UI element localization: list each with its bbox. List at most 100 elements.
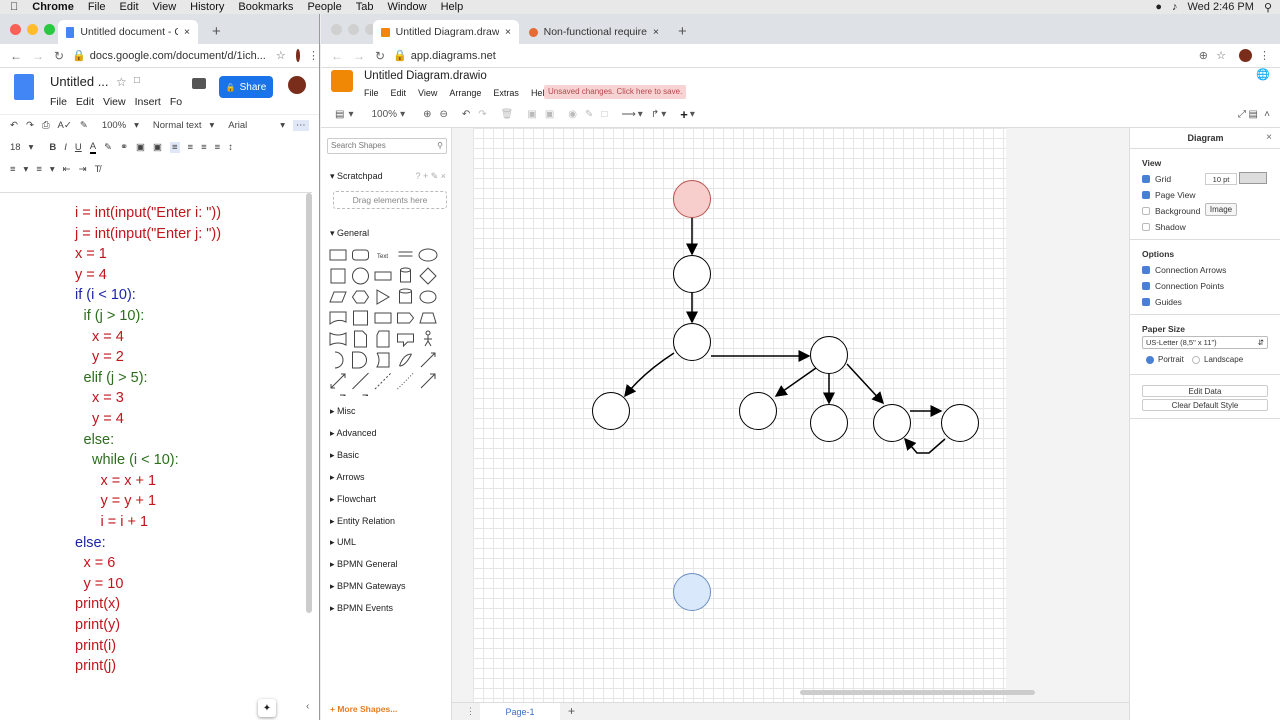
node-8[interactable] bbox=[873, 404, 911, 442]
print-icon[interactable]: ⎙ bbox=[42, 120, 50, 131]
code-line[interactable]: x = 1 bbox=[75, 246, 107, 262]
palette-shape[interactable] bbox=[329, 311, 347, 325]
code-line[interactable]: x = 3 bbox=[92, 390, 124, 406]
code-line[interactable]: y = y + 1 bbox=[101, 493, 157, 509]
palette-shape[interactable] bbox=[374, 312, 392, 324]
palette-shape[interactable] bbox=[374, 271, 392, 281]
shape-section[interactable]: ▸ BPMN Events bbox=[321, 603, 451, 614]
shadow-checkbox[interactable]: Shadow bbox=[1142, 222, 1186, 232]
insert-icon[interactable]: + bbox=[680, 107, 688, 122]
collapse-icon[interactable]: ˄ bbox=[1264, 109, 1270, 120]
menubar-item-help[interactable]: Help bbox=[441, 1, 464, 13]
undo-icon[interactable]: ↶ bbox=[10, 120, 18, 131]
node-5[interactable] bbox=[810, 336, 848, 374]
docs-menu-insert[interactable]: Insert bbox=[135, 96, 161, 108]
bookmark-star-icon[interactable]: ☆ bbox=[276, 49, 286, 62]
font-select[interactable]: Arial bbox=[228, 120, 272, 131]
connection-arrows-checkbox[interactable]: Connection Arrows bbox=[1142, 265, 1226, 275]
bookmark-star-icon[interactable]: ☆ bbox=[1216, 49, 1226, 62]
search-shapes-input[interactable]: Search Shapes ⚲ bbox=[327, 138, 447, 154]
node-start[interactable] bbox=[673, 180, 711, 218]
align-center-icon[interactable]: ≡ bbox=[188, 142, 194, 153]
portrait-radio[interactable]: Portrait bbox=[1146, 355, 1184, 364]
new-tab-button[interactable]: + bbox=[212, 23, 221, 40]
diagram-page[interactable] bbox=[473, 128, 1006, 702]
profile-avatar[interactable] bbox=[1239, 49, 1252, 62]
numbered-list-icon[interactable]: ≡ bbox=[10, 164, 16, 175]
align-left-icon[interactable]: ≡ bbox=[170, 141, 180, 153]
palette-shape[interactable] bbox=[352, 372, 369, 390]
palette-shape[interactable] bbox=[374, 372, 392, 390]
shape-section[interactable]: ▸ BPMN General bbox=[321, 559, 451, 570]
highlight-icon[interactable]: ✎ bbox=[104, 142, 112, 153]
docs-menu-edit[interactable]: Edit bbox=[76, 96, 94, 108]
drawio-menu-arrange[interactable]: Arrange bbox=[449, 88, 481, 98]
palette-shape[interactable] bbox=[352, 351, 367, 369]
zoom-window-button[interactable] bbox=[44, 24, 55, 35]
palette-shape[interactable] bbox=[353, 310, 368, 326]
edge-5[interactable] bbox=[774, 367, 817, 397]
menubar-item-window[interactable]: Window bbox=[387, 1, 426, 13]
drawio-logo-icon[interactable] bbox=[331, 70, 353, 92]
font-size-select[interactable]: 18 bbox=[10, 142, 21, 153]
apple-icon[interactable]:  bbox=[10, 1, 18, 13]
palette-shape[interactable] bbox=[400, 267, 411, 283]
pages-menu-icon[interactable]: ⋮ bbox=[466, 706, 475, 717]
shape-section[interactable]: ▸ Advanced bbox=[321, 428, 451, 439]
forward-icon[interactable]: → bbox=[32, 49, 44, 63]
node-7[interactable] bbox=[810, 404, 848, 442]
minimize-window-button[interactable] bbox=[348, 24, 359, 35]
align-right-icon[interactable]: ≡ bbox=[201, 142, 207, 153]
menubar-item-people[interactable]: People bbox=[307, 1, 341, 13]
comments-icon[interactable] bbox=[192, 78, 206, 89]
palette-shape[interactable] bbox=[351, 290, 370, 304]
to-back-icon[interactable]: ▣ bbox=[545, 109, 554, 120]
palette-shape[interactable] bbox=[352, 267, 369, 285]
palette-shape[interactable] bbox=[329, 249, 347, 261]
palette-shape[interactable] bbox=[398, 251, 413, 257]
code-line[interactable]: print(j) bbox=[75, 658, 116, 674]
palette-shape[interactable]: Text bbox=[377, 254, 388, 260]
zoom-in-icon[interactable]: ⊕ bbox=[423, 109, 431, 120]
edge-7[interactable] bbox=[846, 363, 885, 405]
zoom-select[interactable]: 100% bbox=[102, 120, 126, 131]
bold-icon[interactable]: B bbox=[49, 142, 56, 153]
edit-data-button[interactable]: Edit Data bbox=[1142, 385, 1268, 397]
doc-title[interactable]: Untitled ... bbox=[50, 74, 109, 89]
star-icon[interactable]: ☆ bbox=[116, 75, 127, 89]
avatar[interactable] bbox=[288, 76, 306, 94]
more-shapes-button[interactable]: + More Shapes... bbox=[330, 704, 397, 714]
palette-shape[interactable] bbox=[424, 330, 432, 347]
palette-shape[interactable] bbox=[420, 352, 436, 368]
code-line[interactable]: print(i) bbox=[75, 638, 116, 654]
explore-button[interactable]: ✦ bbox=[258, 699, 276, 717]
shape-section[interactable]: ▸ Arrows bbox=[321, 472, 451, 483]
scratchpad-drop-zone[interactable]: Drag elements here bbox=[333, 191, 447, 209]
palette-shape[interactable] bbox=[419, 312, 437, 324]
palette-shape[interactable] bbox=[354, 394, 368, 396]
italic-icon[interactable]: I bbox=[64, 142, 67, 153]
code-line[interactable]: x = x + 1 bbox=[101, 473, 157, 489]
canvas-area[interactable] bbox=[452, 128, 1129, 702]
image-button[interactable]: Image bbox=[1205, 203, 1237, 216]
clock[interactable]: Wed 2:46 PM bbox=[1187, 1, 1253, 13]
tab-close-icon[interactable]: × bbox=[653, 26, 659, 38]
new-tab-button[interactable]: + bbox=[678, 23, 687, 40]
format-panel-icon[interactable]: ▤ bbox=[1249, 109, 1258, 120]
link-icon[interactable]: ⚭ bbox=[120, 142, 128, 153]
palette-shape[interactable] bbox=[329, 332, 347, 346]
shape-section[interactable]: ▸ Misc bbox=[321, 406, 451, 417]
edge-9[interactable] bbox=[904, 437, 946, 454]
style-select[interactable]: Normal text bbox=[153, 120, 202, 131]
general-header[interactable]: ▾ General bbox=[321, 228, 451, 239]
shape-section[interactable]: ▸ Entity Relation bbox=[321, 516, 451, 527]
scratchpad-actions-icon[interactable]: ? + ✎ × bbox=[415, 171, 446, 182]
palette-shape[interactable] bbox=[376, 330, 390, 348]
horizontal-scrollbar[interactable] bbox=[800, 690, 1035, 695]
code-line[interactable]: i = i + 1 bbox=[101, 514, 149, 530]
browser-menu-icon[interactable]: ⋮ bbox=[308, 49, 319, 62]
close-window-button[interactable] bbox=[331, 24, 342, 35]
share-button[interactable]: 🔒 Share bbox=[219, 76, 273, 98]
reload-icon[interactable]: ↻ bbox=[375, 49, 385, 63]
shadow-icon[interactable]: □ bbox=[601, 109, 607, 120]
